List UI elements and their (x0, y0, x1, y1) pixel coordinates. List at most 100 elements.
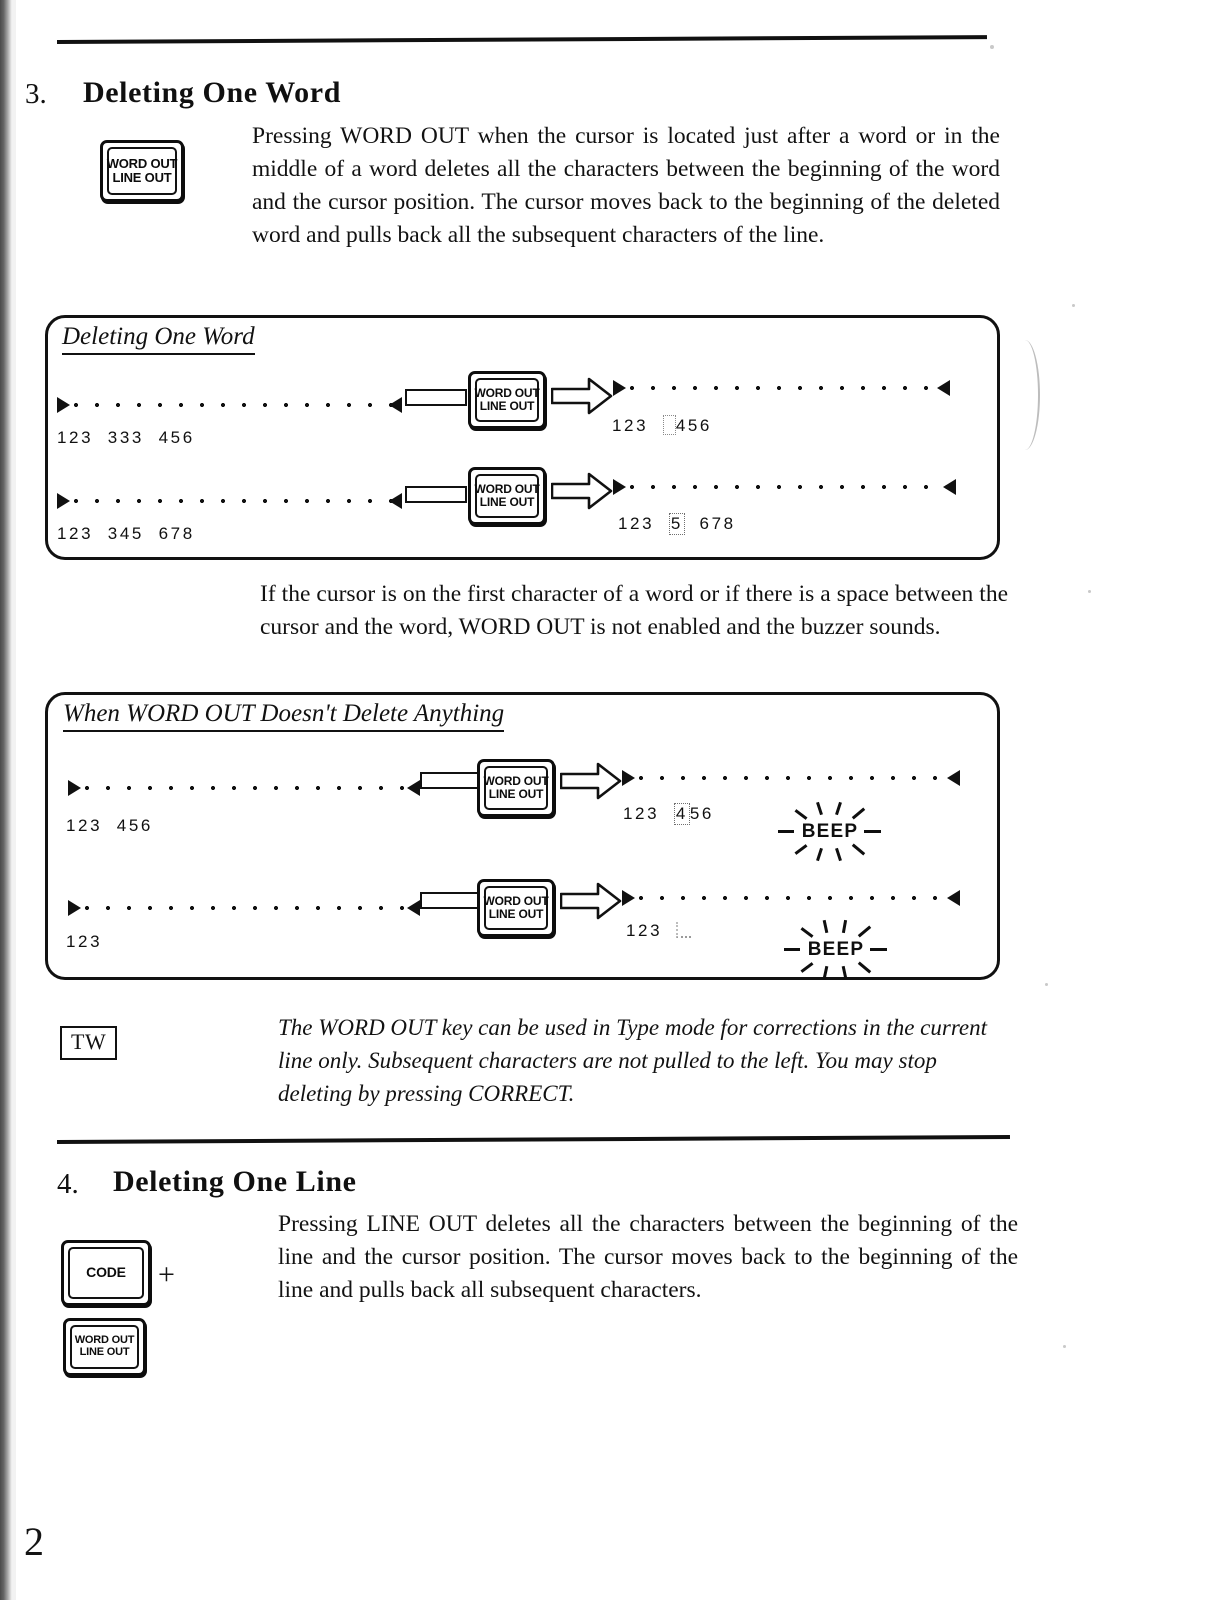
scan-speckle (1072, 304, 1075, 307)
line-start-caret-icon (622, 890, 635, 906)
block-arrow-right-icon-4 (560, 882, 622, 920)
line-start-caret-icon (613, 380, 626, 396)
beep-indicator-1: BEEP (772, 801, 888, 862)
block-arrow-right-icon-1 (551, 377, 613, 415)
display-line-after-1 (613, 378, 950, 398)
line-end-caret-icon (937, 380, 950, 396)
keycap-inner: CODE (68, 1247, 144, 1299)
digits-after-4: 123 (626, 921, 692, 941)
display-line-after-2 (613, 477, 956, 497)
key-word-out-line-out-diagram-2a: WORD OUT LINE OUT (477, 759, 555, 817)
section-4-number: 4. (57, 1168, 79, 1200)
digits-after-2: 123 5 678 (618, 513, 736, 535)
keycap-label-line-out: LINE OUT (488, 907, 544, 921)
scan-speckle (1045, 983, 1048, 986)
digits-after-1: 123 456 (612, 415, 712, 436)
dotted-track (630, 485, 948, 489)
section-3-title: Deleting One Word (83, 76, 341, 109)
digits-before-3: 123 456 (66, 816, 153, 835)
scan-speckle (1088, 590, 1091, 593)
beep-label: BEEP (801, 821, 859, 842)
key-word-out-line-out-section3: WORD OUT LINE OUT (100, 140, 184, 202)
digits-after-prefix: 123 (626, 921, 663, 940)
section-4-divider-rule (56, 1135, 1010, 1144)
line-end-caret-icon (947, 890, 960, 906)
keycap-label-word-out: WORD OUT (106, 155, 178, 171)
scan-curl-artifact (1010, 340, 1040, 450)
tw-note-text: The WORD OUT key can be used in Type mod… (278, 1015, 988, 1106)
cursor-indicator: 5 (668, 513, 685, 535)
digits-before-4: 123 (66, 932, 103, 951)
manual-page: 3. Deleting One Word WORD OUT LINE OUT P… (0, 0, 1231, 1600)
key-word-out-line-out-diagram-1b: WORD OUT LINE OUT (468, 467, 546, 525)
cursor-indicator (662, 415, 676, 435)
keycap-inner: WORD OUT LINE OUT (70, 1325, 139, 1369)
block-arrow-right-icon-3 (560, 762, 622, 800)
section-4-title: Deleting One Line (113, 1165, 357, 1198)
line-end-caret-icon (389, 397, 402, 413)
key-connector-bar-1 (405, 389, 467, 406)
keycap-inner: WORD OUT LINE OUT (474, 378, 540, 422)
section-3-body-text: Pressing WORD OUT when the cursor is loc… (252, 123, 1000, 248)
block-arrow-right-icon-2 (551, 472, 613, 510)
key-word-out-line-out-section4: WORD OUT LINE OUT (63, 1318, 146, 1376)
cursor-indicator: 4 (673, 803, 690, 825)
key-word-out-line-out-diagram-1a: WORD OUT LINE OUT (468, 371, 546, 429)
key-word-out-line-out-diagram-2b: WORD OUT LINE OUT (477, 879, 555, 937)
tw-mode-badge: TW (60, 1026, 118, 1060)
section-4-body-text: Pressing LINE OUT deletes all the charac… (278, 1211, 1018, 1303)
keycap-label-line-out: LINE OUT (112, 170, 172, 185)
line-end-caret-icon (943, 479, 956, 495)
digits-after-3: 123 4 56 (623, 803, 714, 825)
digits-after-suffix: 678 (684, 514, 736, 533)
scan-speckle (1063, 1345, 1066, 1348)
plus-combination-symbol: + (158, 1258, 175, 1291)
keycap-inner: WORD OUT LINE OUT (106, 147, 178, 195)
keycap-label-code: CODE (86, 1264, 126, 1281)
key-connector-bar-4 (420, 892, 480, 909)
dotted-track (85, 786, 413, 790)
beep-label: BEEP (807, 939, 865, 960)
line-start-caret-icon (57, 493, 70, 509)
digits-after-prefix: 123 (623, 804, 674, 823)
keycap-inner: WORD OUT LINE OUT (483, 766, 549, 810)
page-number: 2 (24, 1519, 44, 1564)
keycap-label-line-out: LINE OUT (479, 495, 535, 509)
display-line-before-4 (68, 898, 420, 918)
key-connector-bar-3 (420, 772, 480, 789)
dotted-track (639, 896, 952, 900)
line-start-caret-icon (68, 900, 81, 916)
digits-before-1: 123 333 456 (57, 428, 195, 447)
dotted-track (74, 403, 394, 407)
line-start-caret-icon (622, 770, 635, 786)
line-start-caret-icon (613, 479, 626, 495)
display-line-before-1 (57, 395, 402, 415)
key-code: CODE (61, 1240, 151, 1306)
display-line-before-2 (57, 491, 402, 511)
diagram-2-title: When WORD OUT Doesn't Delete Anything (63, 700, 505, 732)
keycap-label-line-out: LINE OUT (79, 1346, 130, 1358)
digits-after-suffix: 456 (675, 416, 712, 435)
top-divider-rule (56, 35, 987, 44)
section-3-number: 3. (25, 78, 47, 110)
diagram-1-title: Deleting One Word (62, 323, 255, 355)
line-start-caret-icon (57, 397, 70, 413)
digits-after-prefix: 123 (612, 416, 663, 435)
dotted-track (630, 386, 942, 390)
keycap-inner: WORD OUT LINE OUT (474, 474, 540, 518)
keycap-inner: WORD OUT LINE OUT (483, 886, 549, 930)
beep-indicator-2: BEEP (778, 919, 894, 980)
scan-left-edge-inner (12, 0, 16, 1600)
line-end-caret-icon (947, 770, 960, 786)
dotted-track (85, 906, 413, 910)
middle-note-text: If the cursor is on the first character … (260, 581, 1008, 640)
key-connector-bar-2 (405, 486, 467, 503)
line-start-caret-icon (68, 780, 81, 796)
display-line-before-3 (68, 778, 420, 798)
line-end-caret-icon (407, 780, 420, 796)
keycap-label-line-out: LINE OUT (488, 787, 544, 801)
dotted-track (639, 776, 952, 780)
display-line-after-3 (622, 768, 960, 788)
digits-after-suffix: 56 (689, 804, 714, 823)
line-end-caret-icon (407, 900, 420, 916)
